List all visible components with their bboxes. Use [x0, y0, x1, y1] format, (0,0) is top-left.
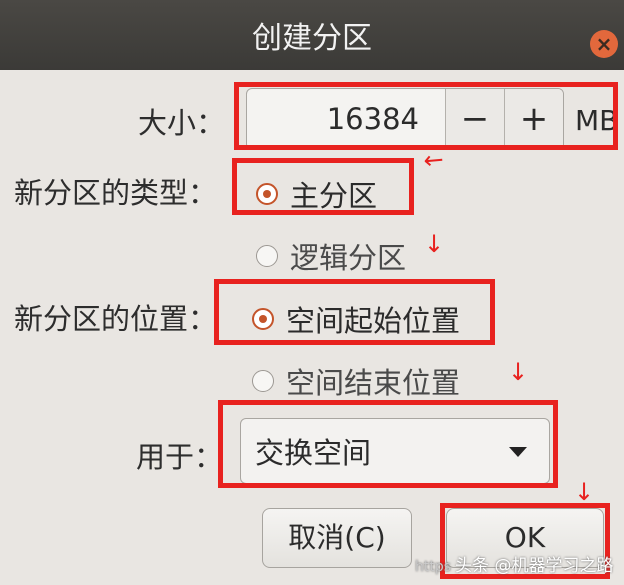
radio-end[interactable]: 空间结束位置: [252, 360, 460, 402]
annotation-box-location: [214, 279, 495, 345]
partition-location-label: 新分区的位置：: [14, 302, 218, 336]
annotation-arrow-icon: ↓: [508, 358, 529, 386]
dialog-titlebar: 创建分区 ×: [0, 0, 624, 70]
watermark-text: 头条 @机器学习之路: [455, 556, 614, 576]
radio-logical-indicator[interactable]: [256, 245, 278, 267]
annotation-box-size: [234, 82, 618, 150]
radio-end-indicator[interactable]: [252, 370, 274, 392]
annotation-box-use-as: [218, 400, 558, 488]
annotation-arrow-icon: ↓: [424, 230, 445, 258]
watermark: https 头条 @机器学习之路: [415, 551, 613, 576]
radio-logical[interactable]: 逻辑分区: [256, 235, 406, 277]
cancel-button[interactable]: 取消(C): [262, 508, 412, 568]
radio-end-label: 空间结束位置: [286, 366, 461, 400]
partition-type-label: 新分区的类型：: [14, 176, 218, 210]
annotation-box-type: [232, 158, 414, 215]
close-icon[interactable]: ×: [590, 30, 618, 58]
size-label: 大小：: [138, 106, 226, 140]
radio-logical-label: 逻辑分区: [290, 241, 407, 275]
annotation-arrow-icon: ↓: [574, 478, 595, 506]
watermark-prefix: https: [415, 559, 452, 575]
use-as-label: 用于：: [136, 440, 224, 474]
dialog-title: 创建分区: [252, 21, 372, 56]
